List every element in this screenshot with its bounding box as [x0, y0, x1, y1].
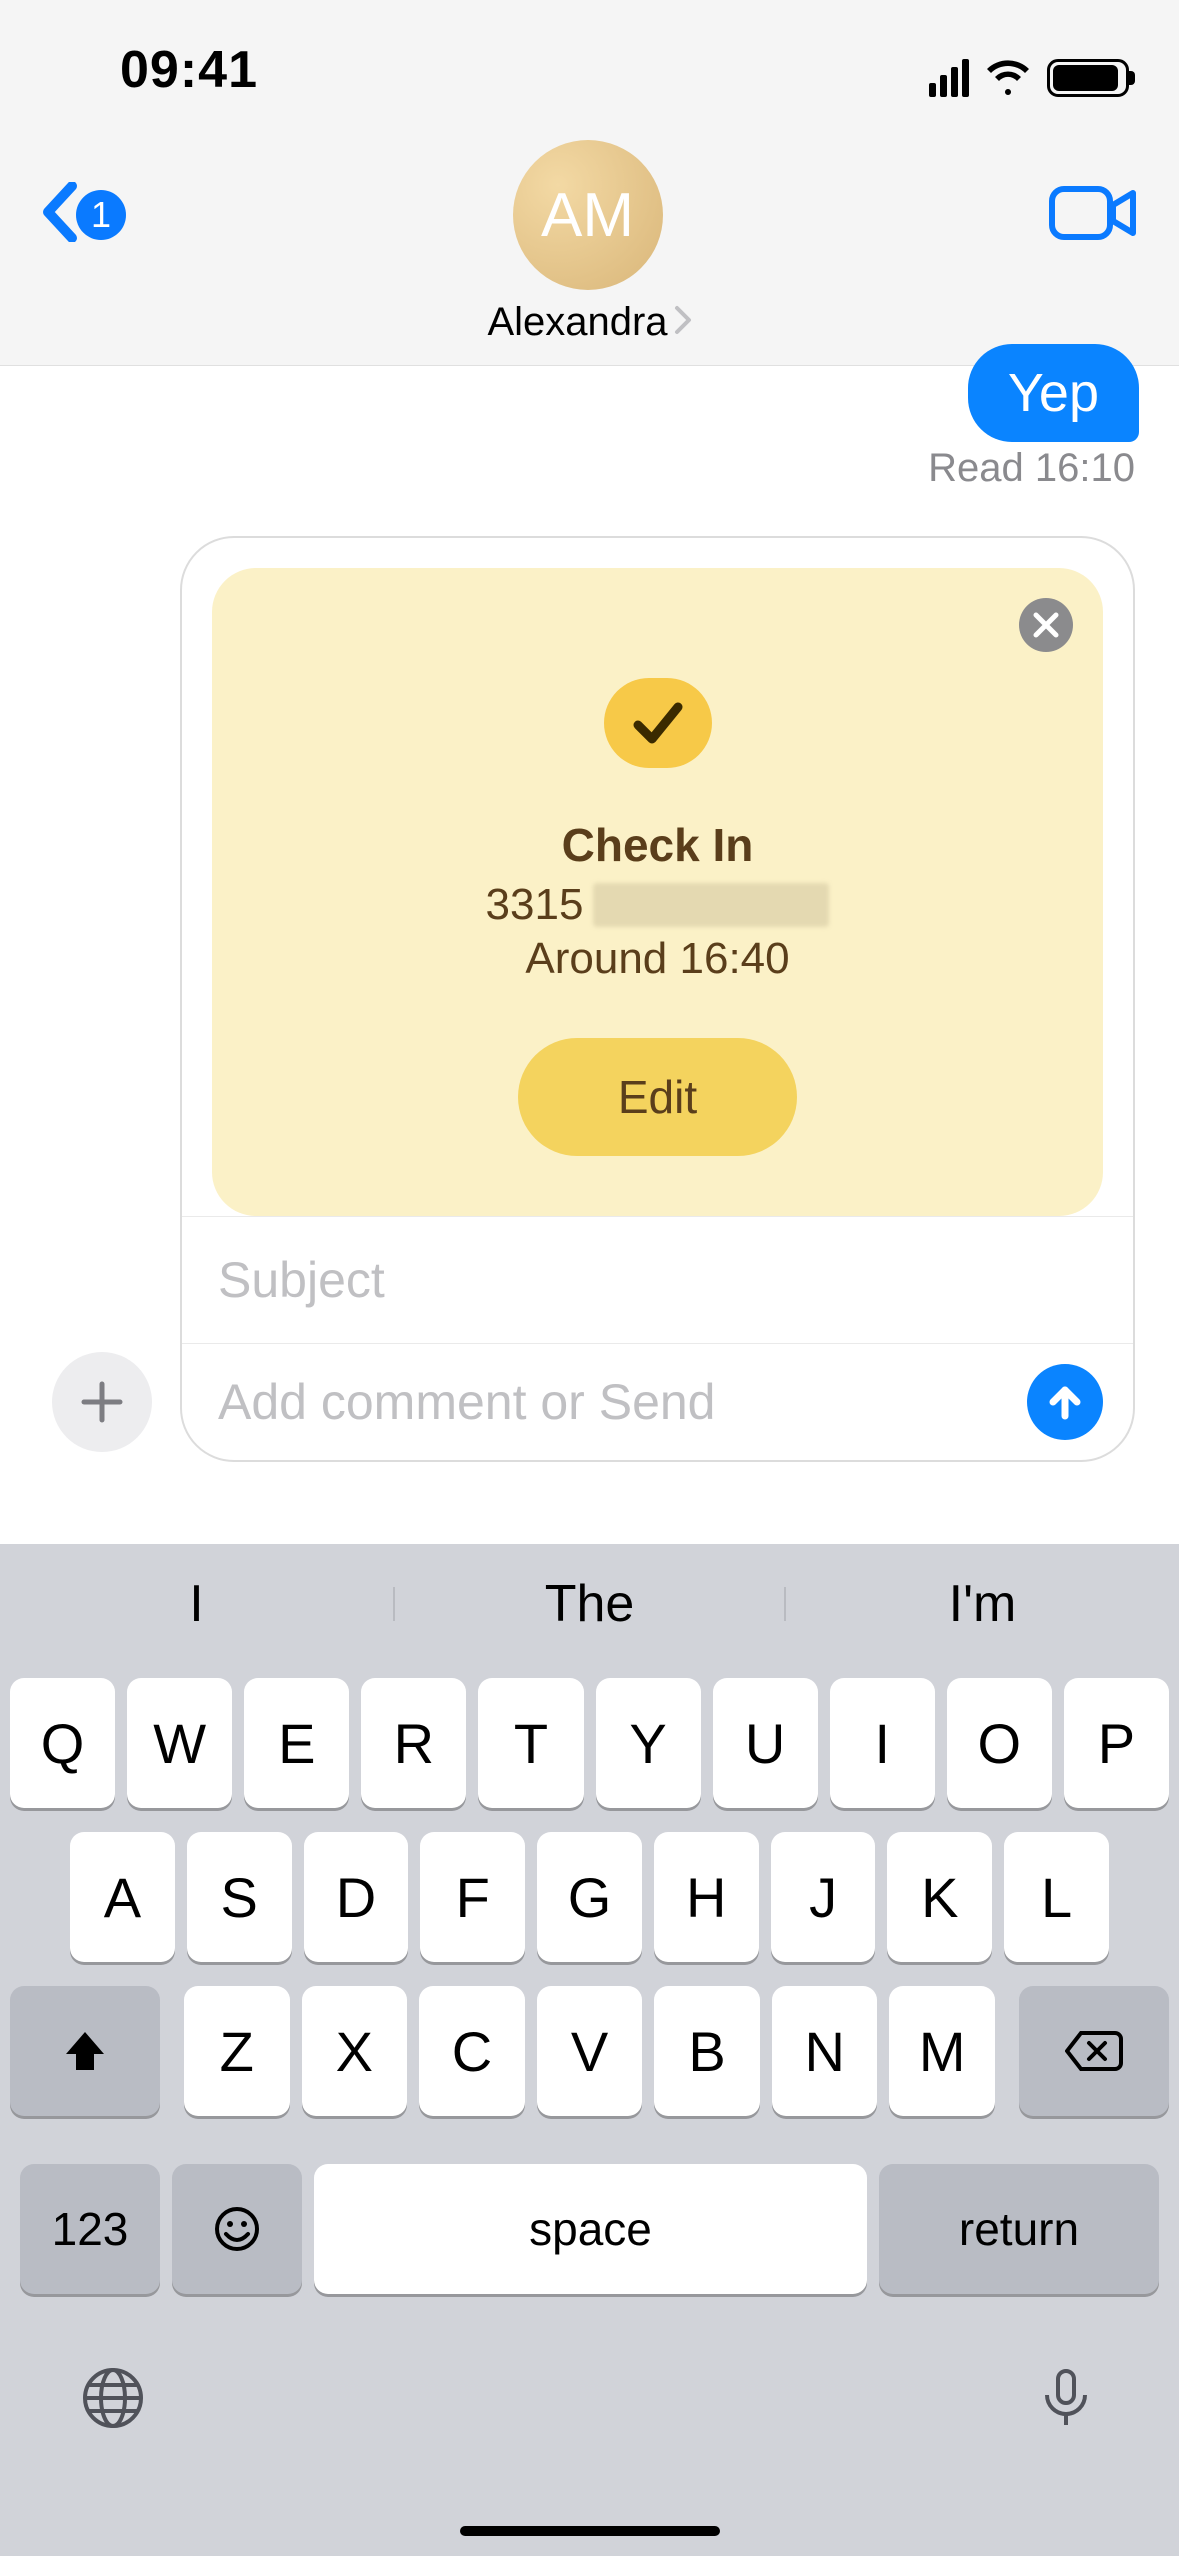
key-y[interactable]: Y	[596, 1678, 701, 1808]
checkin-address-redacted	[593, 883, 829, 927]
key-m[interactable]: M	[889, 1986, 995, 2116]
checkmark-icon	[604, 678, 712, 768]
send-button[interactable]	[1027, 1364, 1103, 1440]
checkin-attachment: Check In 3315 Around 16:40 Edit	[212, 568, 1103, 1216]
comment-row	[182, 1343, 1133, 1460]
keyboard-row-3: Z X C V B N M	[10, 1986, 1169, 2116]
contact-name-label: Alexandra	[487, 300, 667, 345]
comment-input[interactable]	[218, 1373, 1027, 1431]
checkin-address: 3315	[486, 880, 830, 930]
keyboard-row-4: 123 space return	[10, 2164, 1169, 2294]
key-emoji[interactable]	[172, 2164, 302, 2294]
key-w[interactable]: W	[127, 1678, 232, 1808]
home-indicator[interactable]	[460, 2526, 720, 2536]
suggestion-1[interactable]: I	[0, 1574, 393, 1634]
chevron-right-icon	[674, 305, 692, 340]
key-c[interactable]: C	[419, 1986, 525, 2116]
keyboard-footer	[0, 2294, 1179, 2556]
keyboard-row-1: Q W E R T Y U I O P	[10, 1678, 1169, 1808]
checkin-address-number: 3315	[486, 880, 584, 930]
subject-row[interactable]	[182, 1216, 1133, 1343]
dictation-button[interactable]	[1033, 2365, 1099, 2436]
status-time: 09:41	[120, 40, 258, 100]
key-j[interactable]: J	[771, 1832, 876, 1962]
key-e[interactable]: E	[244, 1678, 349, 1808]
key-o[interactable]: O	[947, 1678, 1052, 1808]
keyboard-suggestions: I The I'm	[0, 1544, 1179, 1664]
message-text: Yep	[1008, 363, 1099, 423]
checkin-time: Around 16:40	[525, 934, 789, 984]
key-v[interactable]: V	[537, 1986, 643, 2116]
outgoing-message-bubble[interactable]: Yep	[968, 344, 1139, 442]
key-space[interactable]: space	[314, 2164, 867, 2294]
read-receipt: Read 16:10	[928, 446, 1135, 491]
key-k[interactable]: K	[887, 1832, 992, 1962]
key-return[interactable]: return	[879, 2164, 1159, 2294]
key-u[interactable]: U	[713, 1678, 818, 1808]
conversation-header: 1 AM Alexandra	[0, 100, 1179, 366]
checkin-title: Check In	[562, 818, 754, 872]
globe-button[interactable]	[80, 2365, 146, 2436]
messages-area: Yep Read 16:10 Check In 3	[0, 366, 1179, 1466]
key-s[interactable]: S	[187, 1832, 292, 1962]
key-t[interactable]: T	[478, 1678, 583, 1808]
key-l[interactable]: L	[1004, 1832, 1109, 1962]
facetime-button[interactable]	[1049, 183, 1139, 248]
unread-badge: 1	[76, 190, 126, 240]
key-n[interactable]: N	[772, 1986, 878, 2116]
contact-avatar[interactable]: AM	[513, 140, 663, 290]
key-f[interactable]: F	[420, 1832, 525, 1962]
key-numbers[interactable]: 123	[20, 2164, 160, 2294]
cellular-signal-icon	[929, 59, 969, 97]
keyboard-row-2: A S D F G H J K L	[10, 1832, 1169, 1962]
status-icons	[929, 55, 1129, 100]
avatar-initials: AM	[541, 180, 634, 251]
read-time: 16:10	[1035, 446, 1135, 490]
keyboard: I The I'm Q W E R T Y U I O P A S D F	[0, 1544, 1179, 2556]
suggestion-2[interactable]: The	[393, 1574, 786, 1634]
key-r[interactable]: R	[361, 1678, 466, 1808]
key-a[interactable]: A	[70, 1832, 175, 1962]
key-q[interactable]: Q	[10, 1678, 115, 1808]
key-p[interactable]: P	[1064, 1678, 1169, 1808]
key-g[interactable]: G	[537, 1832, 642, 1962]
key-h[interactable]: H	[654, 1832, 759, 1962]
chevron-left-icon	[40, 175, 80, 255]
key-b[interactable]: B	[654, 1986, 760, 2116]
key-shift[interactable]	[10, 1986, 160, 2116]
subject-input[interactable]	[218, 1251, 1097, 1309]
key-x[interactable]: X	[302, 1986, 408, 2116]
checkin-edit-button[interactable]: Edit	[518, 1038, 797, 1156]
contact-name-button[interactable]: Alexandra	[487, 300, 691, 345]
close-attachment-button[interactable]	[1019, 598, 1073, 652]
key-d[interactable]: D	[304, 1832, 409, 1962]
back-button[interactable]: 1	[40, 175, 126, 255]
key-backspace[interactable]	[1019, 1986, 1169, 2116]
add-attachment-button[interactable]	[52, 1352, 152, 1452]
key-i[interactable]: I	[830, 1678, 935, 1808]
suggestion-3[interactable]: I'm	[786, 1574, 1179, 1634]
status-bar: 09:41	[0, 0, 1179, 100]
key-z[interactable]: Z	[184, 1986, 290, 2116]
wifi-icon	[983, 55, 1033, 100]
read-label: Read	[928, 446, 1024, 490]
battery-icon	[1047, 59, 1129, 97]
compose-card: Check In 3315 Around 16:40 Edit	[180, 536, 1135, 1462]
